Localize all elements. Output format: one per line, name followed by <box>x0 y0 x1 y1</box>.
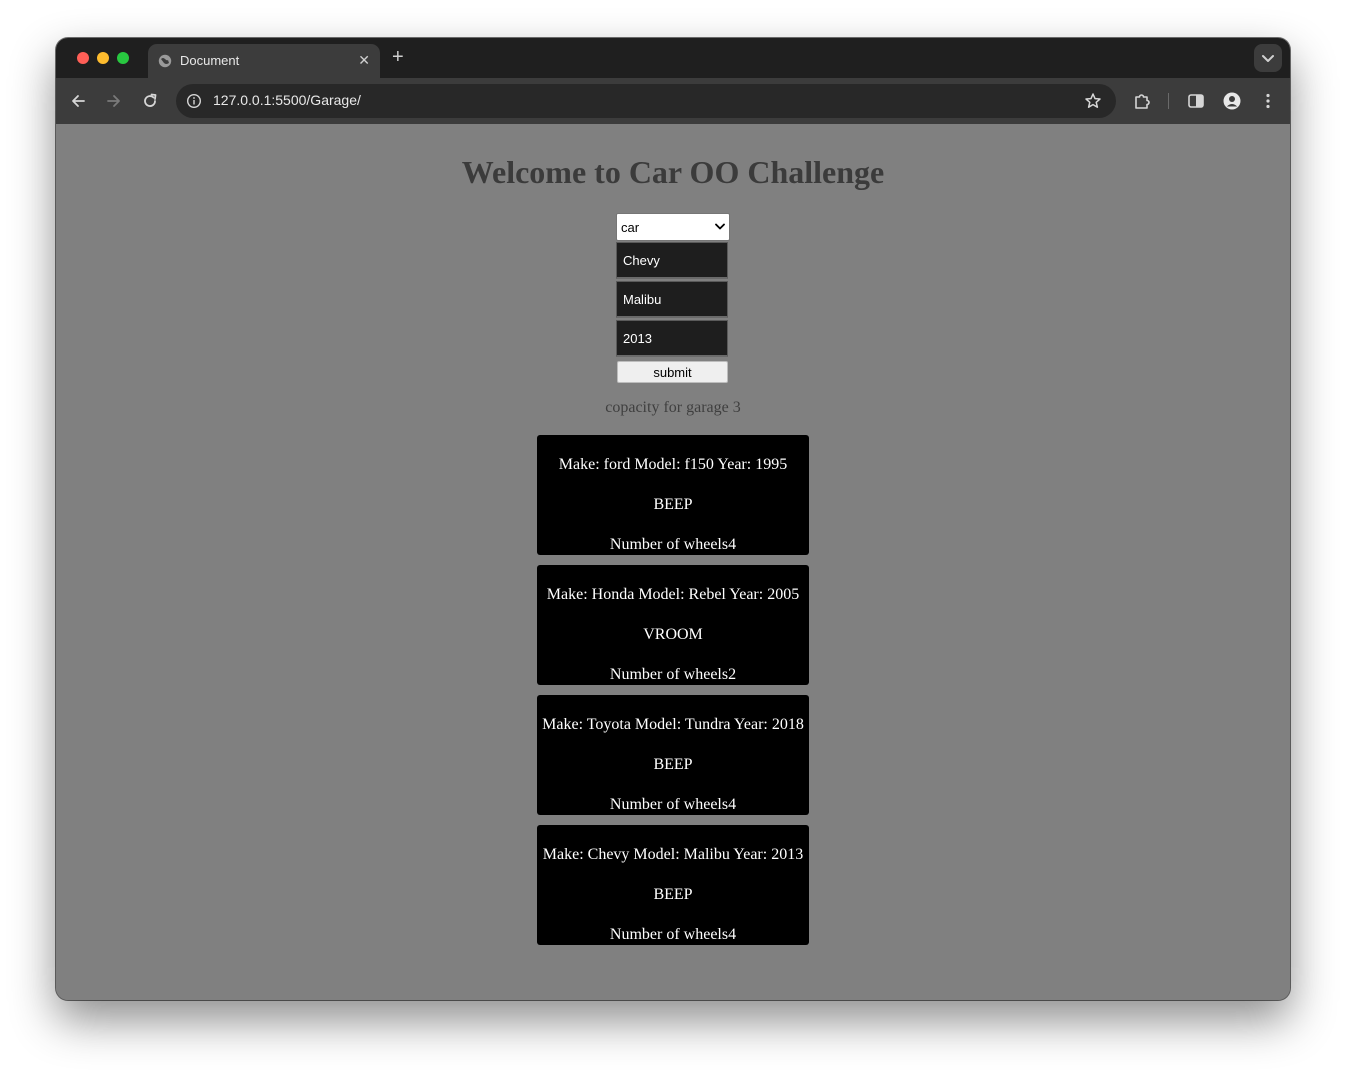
model-input[interactable] <box>616 281 728 318</box>
vehicle-sound: BEEP <box>653 496 693 513</box>
address-bar[interactable]: 127.0.0.1:5500/Garage/ <box>176 84 1116 118</box>
vehicle-sound: VROOM <box>643 626 703 643</box>
minimize-window-button[interactable] <box>97 52 109 64</box>
toolbar-divider <box>1168 93 1169 109</box>
vehicle-sound: BEEP <box>653 756 693 773</box>
garage-capacity-text: copacity for garage 3 <box>605 399 741 416</box>
tab-bar: Document ✕ + <box>56 38 1290 78</box>
chevron-down-icon <box>715 223 725 230</box>
kebab-menu-icon[interactable] <box>1258 91 1278 111</box>
vehicle-type-value: car <box>621 220 640 235</box>
vehicle-wheels: Number of wheels4 <box>609 796 737 813</box>
vehicle-wheels: Number of wheels4 <box>609 926 737 943</box>
tab-document[interactable]: Document ✕ <box>148 44 380 78</box>
page-content: Welcome to Car OO Challenge car submit c… <box>56 124 1290 1000</box>
vehicle-sound: BEEP <box>653 886 693 903</box>
submit-button[interactable]: submit <box>617 361 728 383</box>
vehicle-info: Make: Chevy Model: Malibu Year: 2013 <box>542 846 804 863</box>
vehicle-info: Make: Honda Model: Rebel Year: 2005 <box>546 586 800 603</box>
profile-icon[interactable] <box>1222 91 1242 111</box>
arrow-right-icon[interactable] <box>104 91 124 111</box>
tab-title: Document <box>180 53 240 68</box>
vehicle-card: Make: ford Model: f150 Year: 1995 BEEP N… <box>537 435 809 555</box>
arrow-left-icon[interactable] <box>68 91 88 111</box>
vehicle-wheels: Number of wheels2 <box>609 666 737 683</box>
globe-icon <box>158 54 172 68</box>
vehicle-card: Make: Chevy Model: Malibu Year: 2013 BEE… <box>537 825 809 945</box>
chevron-down-icon <box>1262 55 1274 62</box>
vehicle-info: Make: ford Model: f150 Year: 1995 <box>558 456 788 473</box>
maximize-window-button[interactable] <box>117 52 129 64</box>
vehicle-wheels: Number of wheels4 <box>609 536 737 553</box>
vehicle-type-select[interactable]: car <box>616 213 730 241</box>
info-icon[interactable] <box>186 93 202 109</box>
vehicle-info: Make: Toyota Model: Tundra Year: 2018 <box>542 716 804 733</box>
make-input[interactable] <box>616 242 728 279</box>
url-text[interactable]: 127.0.0.1:5500/Garage/ <box>213 92 361 108</box>
star-icon[interactable] <box>1084 92 1102 110</box>
browser-window: Document ✕ + 127.0.0.1:5500/Garage/ Welc… <box>56 38 1290 1000</box>
vehicle-card: Make: Honda Model: Rebel Year: 2005 VROO… <box>537 565 809 685</box>
year-input[interactable] <box>616 320 728 357</box>
close-icon[interactable]: ✕ <box>358 52 370 68</box>
page-title: Welcome to Car OO Challenge <box>461 154 885 190</box>
browser-toolbar: 127.0.0.1:5500/Garage/ <box>56 78 1290 124</box>
reload-icon[interactable] <box>140 91 160 111</box>
puzzle-icon[interactable] <box>1132 91 1152 111</box>
side-panel-icon[interactable] <box>1186 91 1206 111</box>
new-tab-button[interactable]: + <box>392 46 404 68</box>
vehicle-card: Make: Toyota Model: Tundra Year: 2018 BE… <box>537 695 809 815</box>
close-window-button[interactable] <box>77 52 89 64</box>
tab-search-button[interactable] <box>1254 44 1282 72</box>
